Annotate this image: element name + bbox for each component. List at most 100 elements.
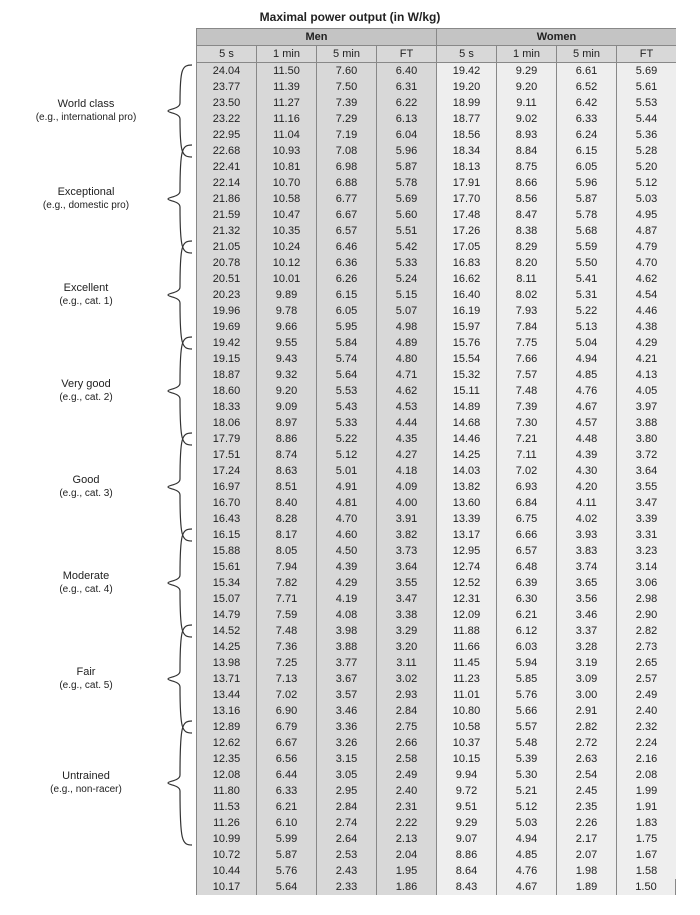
table-cell: 4.89 (376, 335, 436, 351)
table-cell: 8.02 (496, 287, 556, 303)
table-cell: 4.21 (616, 351, 676, 367)
table-cell: 5.59 (556, 239, 616, 255)
table-cell: 12.89 (196, 719, 256, 735)
table-cell: 2.90 (616, 607, 676, 623)
table-cell: 6.79 (256, 719, 316, 735)
table-cell: 2.45 (556, 783, 616, 799)
table-cell: 2.13 (376, 831, 436, 847)
table-cell: 15.54 (436, 351, 496, 367)
table-cell: 2.54 (556, 767, 616, 783)
table-cell: 10.01 (256, 271, 316, 287)
table-cell: 1.89 (556, 879, 616, 895)
table-cell: 1.99 (616, 783, 676, 799)
table-cell: 6.39 (496, 575, 556, 591)
table-cell: 5.07 (376, 303, 436, 319)
table-cell: 8.56 (496, 191, 556, 207)
table-cell: 17.79 (196, 431, 256, 447)
table-cell: 4.85 (496, 847, 556, 863)
table-cell: 7.13 (256, 671, 316, 687)
table-cell: 17.26 (436, 223, 496, 239)
table-cell: 9.11 (496, 95, 556, 111)
table-cell: 4.11 (556, 495, 616, 511)
table-cell: 11.16 (256, 111, 316, 127)
table-cell: 5.28 (616, 143, 676, 159)
table-cell: 2.16 (616, 751, 676, 767)
table-cell: 1.91 (616, 799, 676, 815)
table-cell: 3.46 (316, 703, 376, 719)
table-cell: 3.46 (556, 607, 616, 623)
table-cell: 7.94 (256, 559, 316, 575)
table-cell: 9.78 (256, 303, 316, 319)
table-cell: 4.13 (616, 367, 676, 383)
table-cell: 2.82 (556, 719, 616, 735)
table-cell: 9.20 (496, 79, 556, 95)
table-cell: 6.33 (556, 111, 616, 127)
table-cell: 10.24 (256, 239, 316, 255)
table-cell: 5.36 (616, 127, 676, 143)
table-cell: 2.64 (316, 831, 376, 847)
table-cell: 8.20 (496, 255, 556, 271)
table-cell: 4.67 (556, 399, 616, 415)
table-cell: 8.05 (256, 543, 316, 559)
table-cell: 5.78 (376, 175, 436, 191)
table-cell: 3.02 (376, 671, 436, 687)
table-cell: 8.66 (496, 175, 556, 191)
table-cell: 20.51 (196, 271, 256, 287)
table-cell: 4.19 (316, 591, 376, 607)
table-cell: 13.82 (436, 479, 496, 495)
table-cell: 2.58 (376, 751, 436, 767)
table-cell: 22.95 (196, 127, 256, 143)
table-cell: 8.43 (436, 879, 496, 895)
table-cell: 2.22 (376, 815, 436, 831)
table-cell: 9.29 (496, 63, 556, 79)
table-cell: 4.39 (316, 559, 376, 575)
table-cell: 3.26 (316, 735, 376, 751)
table-cell: 11.01 (436, 687, 496, 703)
table-cell: 7.48 (256, 623, 316, 639)
table-cell: 23.22 (196, 111, 256, 127)
table-cell: 3.36 (316, 719, 376, 735)
col-header: FT (376, 45, 436, 63)
table-cell: 4.95 (616, 207, 676, 223)
table-cell: 3.82 (376, 527, 436, 543)
table-cell: 6.24 (556, 127, 616, 143)
table-cell: 5.12 (616, 175, 676, 191)
table-cell: 2.74 (316, 815, 376, 831)
table-cell: 10.17 (196, 879, 256, 895)
table-cell: 2.53 (316, 847, 376, 863)
table-cell: 6.12 (496, 623, 556, 639)
table-cell: 5.60 (376, 207, 436, 223)
table-cell: 6.57 (496, 543, 556, 559)
category-name: Very good (61, 377, 111, 391)
table-cell: 8.11 (496, 271, 556, 287)
table-cell: 3.77 (316, 655, 376, 671)
table-cell: 4.94 (496, 831, 556, 847)
table-cell: 5.22 (556, 303, 616, 319)
table-cell: 6.13 (376, 111, 436, 127)
table-cell: 9.02 (496, 111, 556, 127)
table-cell: 10.12 (256, 255, 316, 271)
table-cell: 19.96 (196, 303, 256, 319)
table-cell: 7.39 (496, 399, 556, 415)
table-cell: 6.42 (556, 95, 616, 111)
table-cell: 20.23 (196, 287, 256, 303)
category-name: Excellent (64, 281, 109, 295)
table-cell: 5.95 (316, 319, 376, 335)
col-group-men: Men (196, 28, 436, 45)
table-cell: 3.38 (376, 607, 436, 623)
table-cell: 4.76 (556, 383, 616, 399)
col-header: 1 min (256, 45, 316, 63)
table-cell: 7.84 (496, 319, 556, 335)
table-cell: 6.93 (496, 479, 556, 495)
table-cell: 6.57 (316, 223, 376, 239)
table-cell: 18.87 (196, 367, 256, 383)
table-cell: 2.49 (616, 687, 676, 703)
table-cell: 6.44 (256, 767, 316, 783)
table-cell: 4.30 (556, 463, 616, 479)
table-cell: 22.14 (196, 175, 256, 191)
table-cell: 10.44 (196, 863, 256, 879)
table-cell: 5.76 (496, 687, 556, 703)
table-cell: 6.21 (496, 607, 556, 623)
table-cell: 5.84 (316, 335, 376, 351)
table-cell: 11.23 (436, 671, 496, 687)
